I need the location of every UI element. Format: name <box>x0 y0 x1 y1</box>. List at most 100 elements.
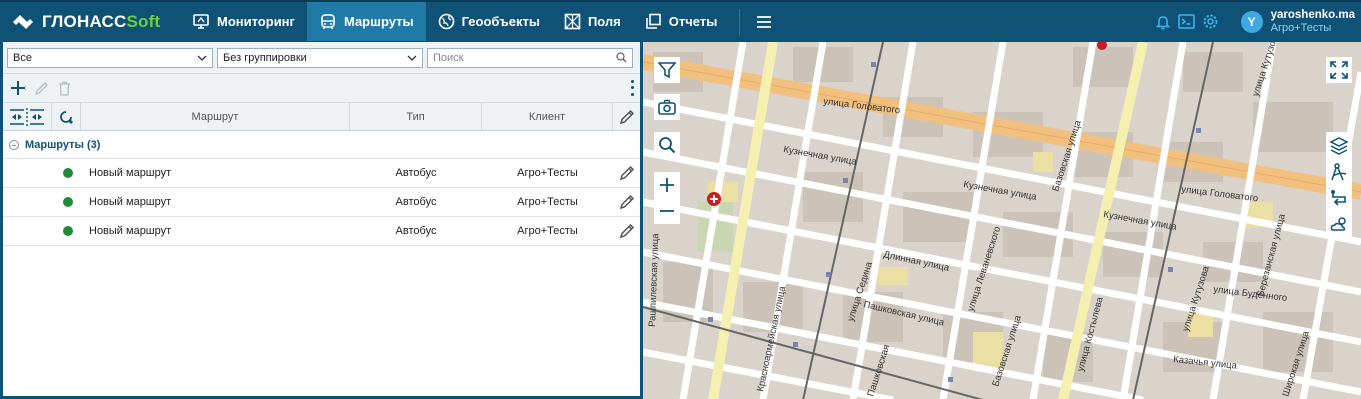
table-row[interactable]: Новый маршрут Автобус Агро+Тесты <box>3 188 640 217</box>
trash-icon <box>58 81 70 96</box>
more-options-button[interactable] <box>627 78 637 98</box>
street-map[interactable]: улица Головатого улица Головатого Кузнеч… <box>643 42 1361 399</box>
route-client: Агро+Тесты <box>517 225 578 237</box>
nav-fields[interactable]: Поля <box>552 2 633 41</box>
hamburger-icon <box>757 15 772 28</box>
zoom-out-button[interactable] <box>659 198 675 224</box>
edit-row-button[interactable] <box>613 223 640 239</box>
route-builder-button[interactable] <box>1330 185 1348 211</box>
terminal-icon <box>1178 14 1195 29</box>
map-filter-button[interactable] <box>654 57 680 83</box>
nav-fields-label: Поля <box>587 14 621 29</box>
logo-text-soft: Soft <box>126 11 161 31</box>
table-row[interactable]: Новый маршрут Автобус Агро+Тесты <box>3 159 640 188</box>
nav-routes-label: Маршруты <box>343 14 414 29</box>
edit-row-button[interactable] <box>613 194 640 210</box>
pencil-icon <box>619 165 634 181</box>
weather-icon <box>1330 217 1346 231</box>
nav-reports[interactable]: Отчеты <box>633 2 730 41</box>
hamburger-menu-button[interactable] <box>752 2 776 41</box>
zoom-in-button[interactable] <box>659 172 675 198</box>
route-client: Агро+Тесты <box>517 196 578 208</box>
weather-button[interactable] <box>1330 211 1348 237</box>
collapse-group-icon[interactable] <box>9 139 19 150</box>
filter-bar: Все Без группировки Поиск <box>3 42 640 74</box>
fullscreen-button[interactable] <box>1326 57 1352 83</box>
monitor-icon <box>193 13 209 29</box>
map-screenshot-button[interactable] <box>654 94 680 120</box>
camera-icon <box>658 99 676 115</box>
status-cell <box>3 197 81 207</box>
route-client: Агро+Тесты <box>517 167 578 179</box>
column-header-client[interactable]: Клиент <box>482 103 613 130</box>
fullscreen-icon <box>1330 61 1348 79</box>
layers-button[interactable] <box>1330 133 1348 159</box>
settings-button[interactable] <box>1199 10 1223 34</box>
nav-monitoring-label: Мониторинг <box>217 14 295 29</box>
notifications-button[interactable] <box>1151 10 1175 34</box>
map-view[interactable]: улица Головатого улица Головатого Кузнеч… <box>643 41 1361 399</box>
delete-route-button[interactable] <box>54 78 74 98</box>
search-icon <box>659 137 676 154</box>
app-logo[interactable]: ГЛОНАСС Soft <box>0 11 180 33</box>
satellite-logo-icon <box>13 14 33 29</box>
user-info[interactable]: yaroshenko.ma Агро+Тесты <box>1271 9 1355 35</box>
routes-toolbar <box>3 74 640 102</box>
route-type: Автобус <box>395 167 437 179</box>
bus-icon <box>321 13 335 29</box>
grouping-select[interactable]: Без группировки <box>217 47 423 68</box>
scope-select[interactable]: Все <box>7 47 213 68</box>
top-navigation-bar: ГЛОНАСС Soft Мониторинг Маршруты Геообъек… <box>0 0 1361 41</box>
route-type: Автобус <box>395 196 437 208</box>
edit-row-button[interactable] <box>613 165 640 181</box>
zoom-controls <box>654 172 680 224</box>
route-group-header[interactable]: Маршруты (3) <box>3 131 640 159</box>
nav-geoobjects-label: Геообъекты <box>461 14 540 29</box>
refresh-icon <box>60 110 73 124</box>
route-name: Новый маршрут <box>89 167 172 179</box>
table-row[interactable]: Новый маршрут Автобус Агро+Тесты <box>3 217 640 246</box>
routes-panel: Все Без группировки Поиск Маршрут Тип Кл… <box>0 41 643 399</box>
route-group-label: Маршруты (3) <box>25 138 101 151</box>
user-avatar[interactable]: Y <box>1240 10 1263 33</box>
column-header-type[interactable]: Тип <box>350 103 482 130</box>
field-icon <box>564 13 581 30</box>
nav-routes[interactable]: Маршруты <box>306 2 426 41</box>
add-route-button[interactable] <box>8 78 28 98</box>
pencil-icon <box>619 109 634 124</box>
search-input[interactable]: Поиск <box>427 47 633 68</box>
pencil-icon <box>34 81 48 95</box>
column-settings-button[interactable] <box>3 103 52 130</box>
user-name: yaroshenko.ma <box>1270 8 1355 21</box>
status-indicator <box>63 168 73 178</box>
status-indicator <box>63 197 73 207</box>
nav-monitoring[interactable]: Мониторинг <box>180 2 307 41</box>
gear-icon <box>1203 14 1218 29</box>
filter-icon <box>658 62 676 79</box>
main-nav: Мониторинг Маршруты Геообъекты Поля Отче… <box>180 2 776 41</box>
report-icon <box>645 13 661 29</box>
route-name: Новый маршрут <box>89 225 172 237</box>
plus-icon <box>11 81 25 95</box>
map-tools-group <box>1326 132 1352 238</box>
refresh-button[interactable] <box>52 103 81 130</box>
user-organization: Агро+Тесты <box>1270 21 1332 34</box>
edit-route-button[interactable] <box>31 78 51 98</box>
chevron-down-icon <box>407 55 417 61</box>
measure-button[interactable] <box>1330 159 1348 185</box>
nav-divider <box>739 8 741 35</box>
scope-select-value: Все <box>13 51 32 64</box>
chevron-down-icon <box>197 55 207 61</box>
status-cell <box>3 226 81 236</box>
nav-reports-label: Отчеты <box>668 14 718 29</box>
column-header-edit[interactable] <box>613 103 640 130</box>
routes-table-body: Новый маршрут Автобус Агро+Тесты Новый марш… <box>3 159 640 246</box>
map-search-button[interactable] <box>654 132 680 158</box>
console-button[interactable] <box>1175 10 1199 34</box>
column-header-route[interactable]: Маршрут <box>81 103 350 130</box>
route-icon <box>1331 190 1346 206</box>
logo-text-main: ГЛОНАСС <box>42 11 127 31</box>
search-placeholder: Поиск <box>433 51 464 64</box>
nav-geoobjects[interactable]: Геообъекты <box>426 2 552 41</box>
minus-icon <box>660 210 674 212</box>
